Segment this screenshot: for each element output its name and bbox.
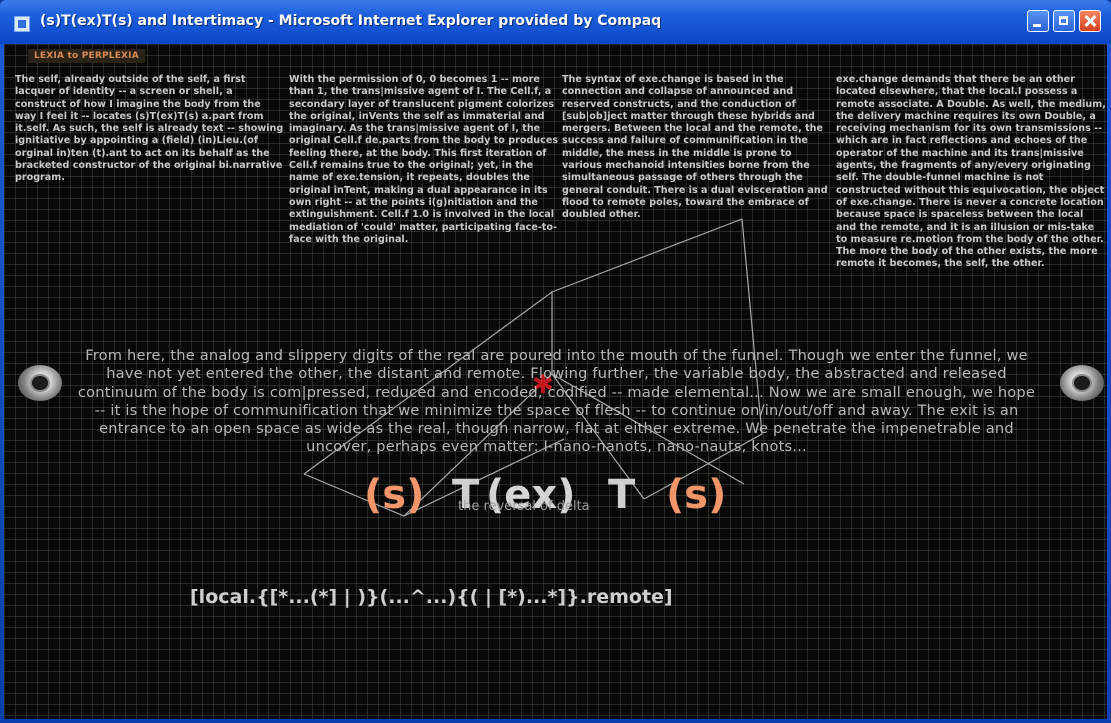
funnel-overlay-text: From here, the analog and slippery digit… <box>77 347 1036 456</box>
local-remote-code: [local.{[*...(*] | )}(...^...){( | [*)..… <box>190 586 673 608</box>
ie-icon <box>14 16 30 32</box>
page-content: LEXIA to PERPLEXIA The self, already out… <box>4 44 1107 719</box>
maximize-button[interactable] <box>1053 10 1075 32</box>
window-title: (s)T(ex)T(s) and Intertimacy - Microsoft… <box>40 13 662 29</box>
browser-window: (s)T(ex)T(s) and Intertimacy - Microsoft… <box>0 0 1111 723</box>
minimize-button[interactable] <box>1027 10 1049 32</box>
logo-part-t-second: T <box>608 472 636 518</box>
logo-part-s-open: (s) <box>364 472 425 518</box>
close-button[interactable] <box>1079 10 1101 32</box>
eye-icon-left[interactable] <box>18 365 62 401</box>
logo-subtitle: the reversal of delta <box>458 499 590 514</box>
stexts-logo: (s) T (ex) T (s) <box>364 472 784 524</box>
title-bar[interactable]: (s)T(ex)T(s) and Intertimacy - Microsoft… <box>0 0 1111 44</box>
eye-icon-right[interactable] <box>1060 365 1104 401</box>
logo-part-s-close: (s) <box>666 472 727 518</box>
